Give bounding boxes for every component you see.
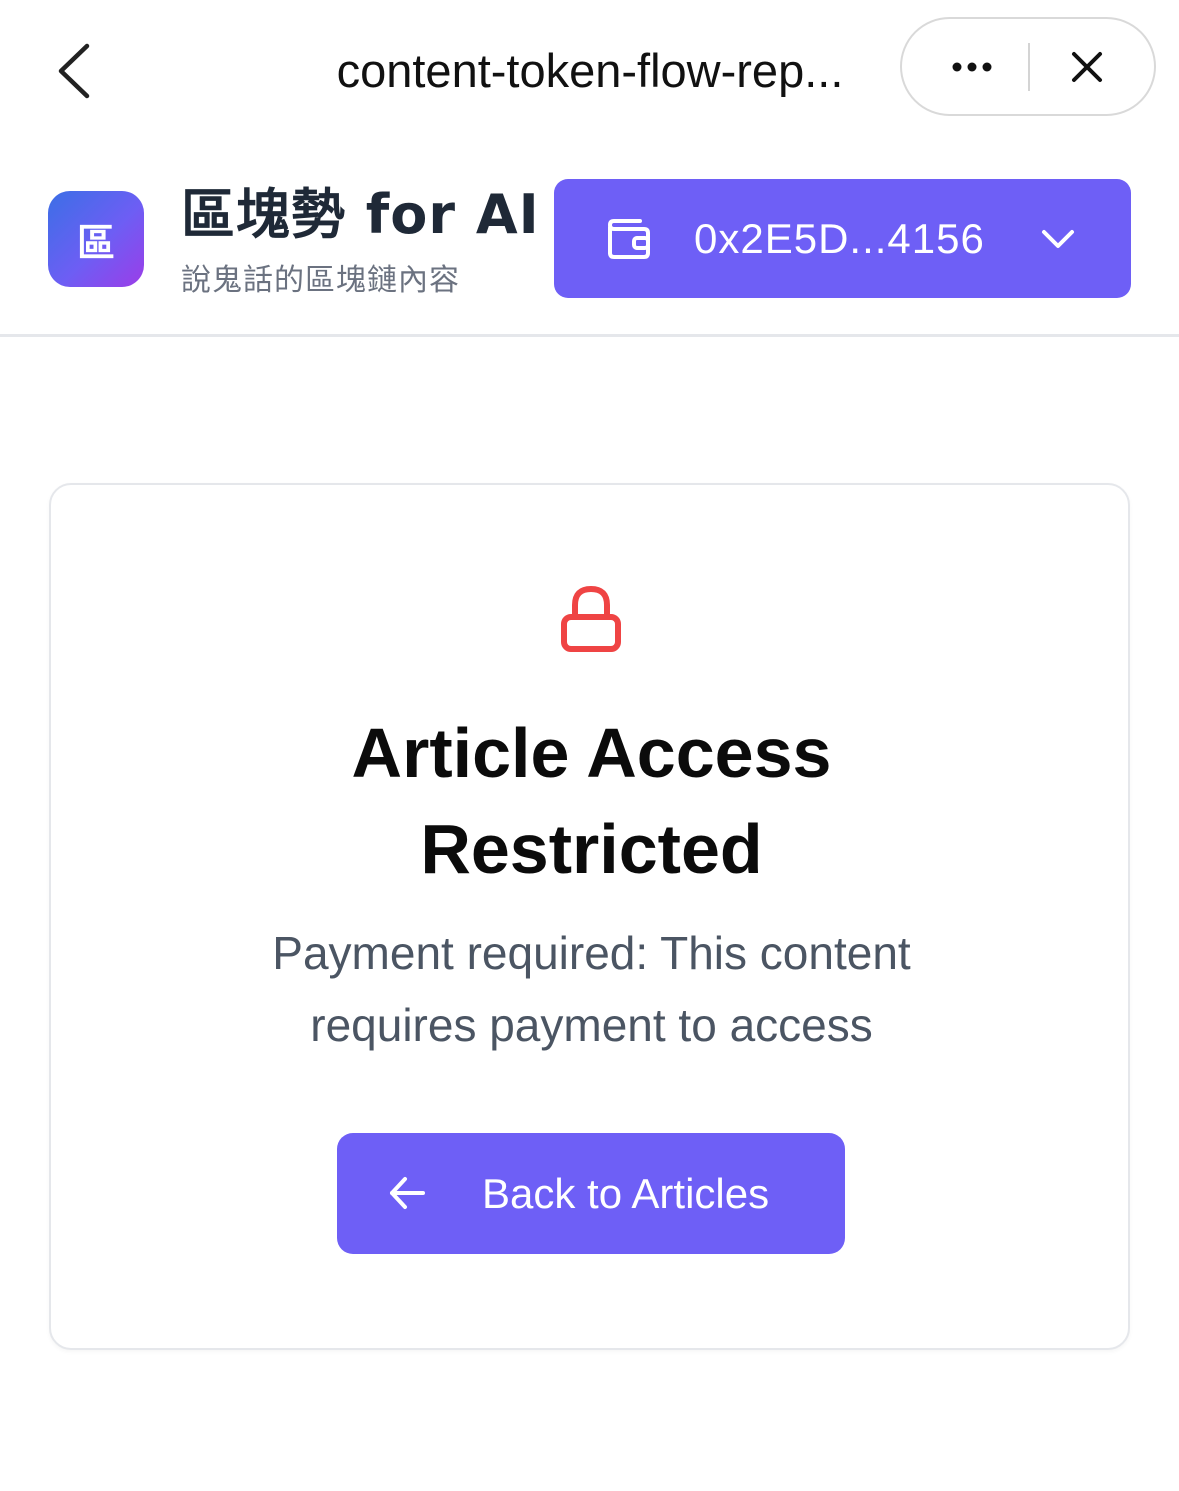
browser-top-bar: content-token-flow-rep... — [0, 0, 1179, 135]
mini-program-capsule — [900, 17, 1156, 116]
close-icon — [1072, 51, 1102, 82]
brand-subtitle: 說鬼話的區塊鏈內容 — [181, 263, 460, 298]
chevron-left-icon — [58, 43, 90, 99]
more-button[interactable] — [922, 19, 1022, 114]
site-header: 區 區塊勢 for AI 說鬼話的區塊鏈內容 0x2E5D...4156 — [0, 135, 1179, 337]
card-title-line-2: Restricted — [420, 810, 763, 888]
chevron-down-icon — [1042, 230, 1074, 248]
back-to-articles-label: Back to Articles — [482, 1170, 770, 1217]
wallet-icon — [608, 219, 650, 259]
more-horizontal-icon — [952, 62, 992, 71]
access-restricted-card: Article Access Restricted Payment requir… — [49, 483, 1130, 1350]
page: content-token-flow-rep... 區 區塊勢 for AI 說… — [0, 0, 1179, 1491]
card-message-line-1: Payment required: This content — [272, 927, 911, 979]
wallet-address: 0x2E5D...4156 — [694, 215, 985, 262]
browser-page-title: content-token-flow-rep... — [336, 44, 844, 97]
card-title: Article Access Restricted — [51, 705, 1132, 897]
brand-name[interactable]: 區塊勢 for AI — [181, 183, 540, 247]
lock-icon — [561, 585, 621, 652]
wallet-button[interactable]: 0x2E5D...4156 — [554, 179, 1131, 298]
card-title-line-1: Article Access — [351, 714, 832, 792]
back-button[interactable] — [44, 36, 104, 106]
card-message: Payment required: This content requires … — [51, 917, 1132, 1061]
site-logo[interactable]: 區 — [48, 191, 144, 287]
arrow-left-icon — [390, 1177, 425, 1209]
card-message-line-2: requires payment to access — [310, 999, 873, 1051]
close-button[interactable] — [1042, 19, 1132, 114]
capsule-divider — [1028, 43, 1030, 91]
back-to-articles-button[interactable]: Back to Articles — [337, 1133, 845, 1254]
